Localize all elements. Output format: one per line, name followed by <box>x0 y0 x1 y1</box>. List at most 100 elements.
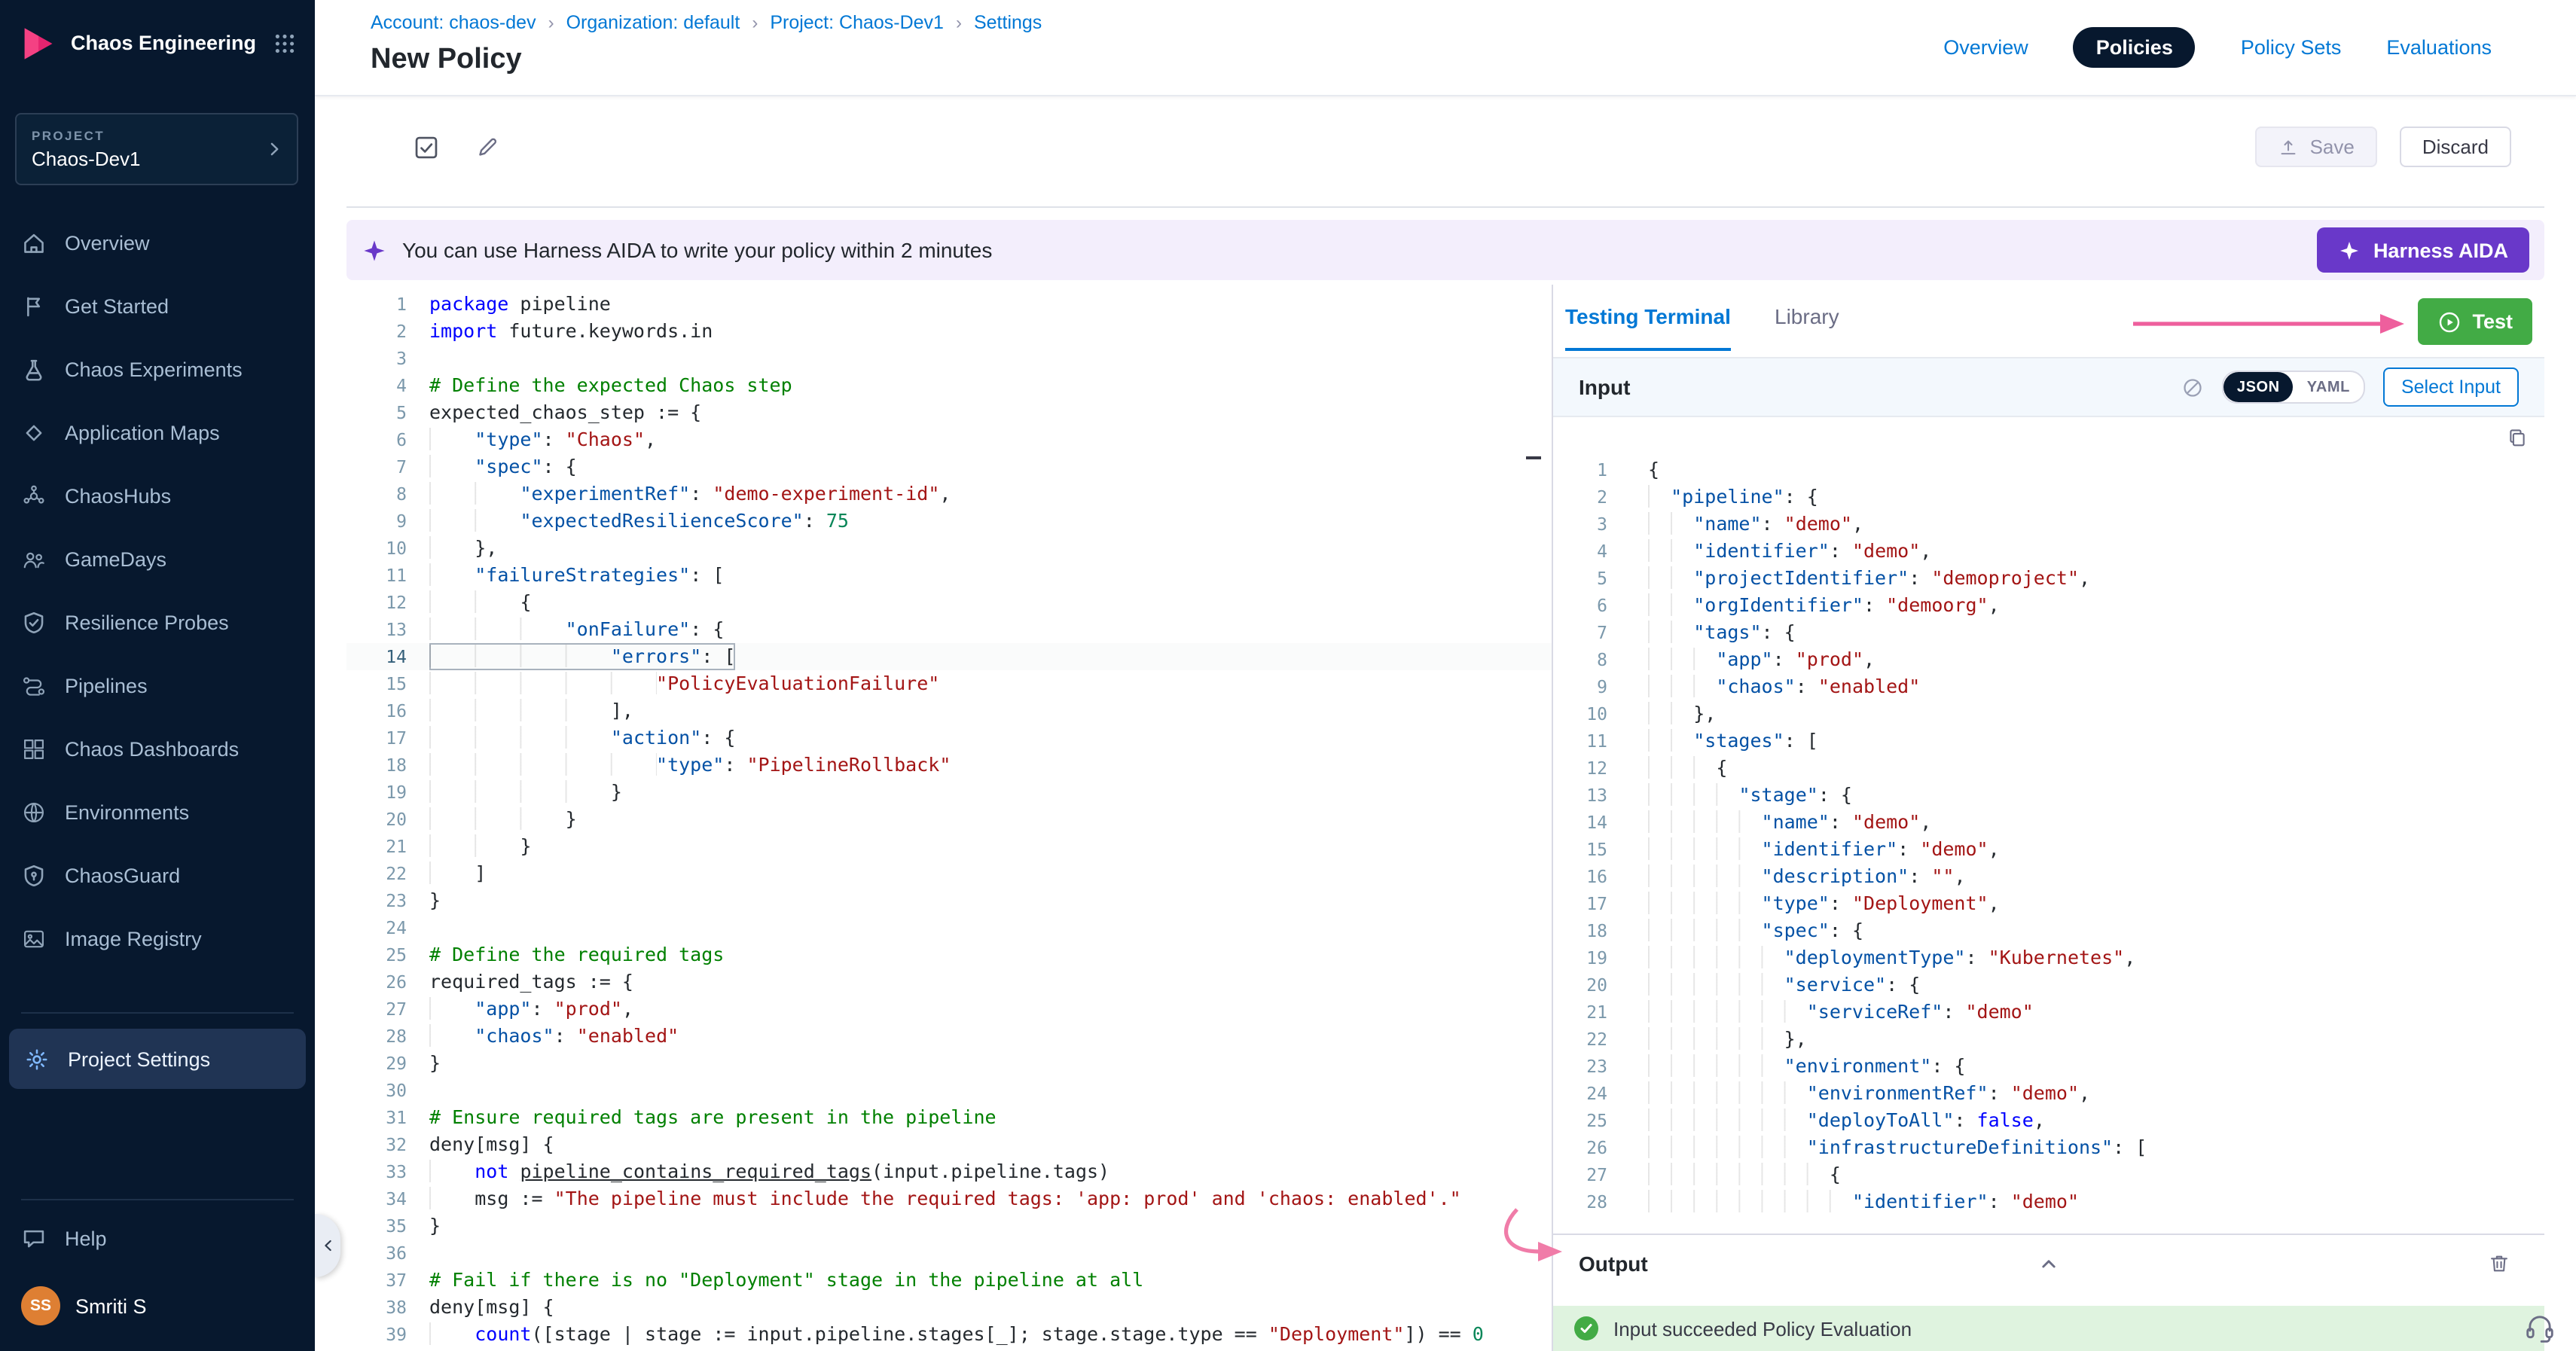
tab-policy-sets[interactable]: Policy Sets <box>2241 36 2342 59</box>
sidebar-item-chaosguard[interactable]: ChaosGuard <box>0 843 315 907</box>
code-line: 24 "environmentRef": "demo", <box>1553 1080 2544 1107</box>
banner-text: You can use Harness AIDA to write your p… <box>402 238 992 262</box>
code-line: 8 "experimentRef": "demo-experiment-id", <box>346 480 1552 508</box>
code-line: 23} <box>346 887 1552 914</box>
line-number: 35 <box>346 1212 407 1240</box>
code-line: 25# Define the required tags <box>346 941 1552 968</box>
format-json[interactable]: JSON <box>2223 372 2294 402</box>
input-section-header: Input JSON YAML Select Input <box>1553 357 2544 417</box>
breadcrumb-separator: › <box>956 12 962 33</box>
tab-policies[interactable]: Policies <box>2074 27 2196 68</box>
sidebar-item-label: Project Settings <box>68 1048 210 1070</box>
trash-icon[interactable] <box>2487 1252 2511 1276</box>
sidebar-item-overview[interactable]: Overview <box>0 211 315 274</box>
sidebar-item-chaoshubs[interactable]: ChaosHubs <box>0 464 315 527</box>
line-number: 4 <box>346 372 407 399</box>
chevron-up-icon[interactable] <box>2037 1252 2061 1276</box>
dashboards-icon <box>21 736 47 761</box>
sidebar-item-chaos-dashboards[interactable]: Chaos Dashboards <box>0 717 315 780</box>
sidebar-item-chaos-experiments[interactable]: Chaos Experiments <box>0 337 315 401</box>
harness-aida-button[interactable]: Harness AIDA <box>2318 227 2529 273</box>
code-line: 7 "spec": { <box>346 453 1552 480</box>
breadcrumb-link-project-chaos-dev1[interactable]: Project: Chaos-Dev1 <box>770 12 944 33</box>
code-line: 30 <box>346 1077 1552 1104</box>
line-number: 17 <box>346 724 407 752</box>
line-number: 7 <box>1553 619 1607 646</box>
tab-overview[interactable]: Overview <box>1943 36 2028 59</box>
tab-testing-terminal[interactable]: Testing Terminal <box>1565 285 1731 351</box>
sidebar-item-label: Help <box>65 1227 107 1249</box>
line-number: 14 <box>346 643 407 670</box>
code-line: 32deny[msg] { <box>346 1131 1552 1158</box>
sidebar-item-pipelines[interactable]: Pipelines <box>0 654 315 717</box>
sidebar-item-get-started[interactable]: Get Started <box>0 274 315 337</box>
breadcrumb: Account: chaos-dev › Organization: default… <box>371 12 1042 33</box>
header-tabs: Overview Policies Policy Sets Evaluations <box>1943 0 2492 95</box>
harness-chaos-logo-icon <box>18 23 57 63</box>
sidebar-divider <box>21 1199 294 1200</box>
code-line: 14 "name": "demo", <box>1553 809 2544 836</box>
line-number: 6 <box>346 426 407 453</box>
line-number: 26 <box>346 968 407 996</box>
breadcrumb-link-settings[interactable]: Settings <box>974 12 1042 33</box>
discard-button[interactable]: Discard <box>2400 127 2511 167</box>
code-line: 6 "orgIdentifier": "demoorg", <box>1553 592 2544 619</box>
policy-code-editor[interactable]: 1package pipeline2import future.keywords… <box>346 285 1552 1351</box>
sidebar-item-label: Chaos Dashboards <box>65 737 239 760</box>
code-line: 4 "identifier": "demo", <box>1553 538 2544 565</box>
code-line: 28 "chaos": "enabled" <box>346 1023 1552 1050</box>
code-line: 25 "deployToAll": false, <box>1553 1107 2544 1134</box>
code-line: 13 "onFailure": { <box>346 616 1552 643</box>
code-line: 18 "spec": { <box>1553 917 2544 944</box>
code-line: 11 "failureStrategies": [ <box>346 562 1552 589</box>
line-number: 15 <box>346 670 407 697</box>
sidebar-item-label: GameDays <box>65 547 166 570</box>
code-line: 26 "infrastructureDefinitions": [ <box>1553 1134 2544 1161</box>
policy-check-icon[interactable] <box>413 134 440 161</box>
code-line: 13 "stage": { <box>1553 782 2544 809</box>
module-grid-icon[interactable] <box>273 31 297 55</box>
select-input-button[interactable]: Select Input <box>2383 367 2519 407</box>
sidebar-item-image-registry[interactable]: Image Registry <box>0 907 315 970</box>
code-line: 12 { <box>346 589 1552 616</box>
sidebar-item-gamedays[interactable]: GameDays <box>0 527 315 590</box>
sidebar-item-label: ChaosHubs <box>65 484 171 507</box>
line-number: 22 <box>1553 1026 1607 1053</box>
line-number: 28 <box>1553 1188 1607 1215</box>
breadcrumb-link-organization-default[interactable]: Organization: default <box>566 12 740 33</box>
line-number: 23 <box>346 887 407 914</box>
line-number: 20 <box>346 806 407 833</box>
sidebar-item-help[interactable]: Help <box>0 1206 315 1270</box>
edit-pencil-icon[interactable] <box>476 136 500 160</box>
input-json-editor[interactable]: 1{2 "pipeline": {3 "name": "demo",4 "ide… <box>1553 417 2544 1234</box>
line-number: 19 <box>1553 944 1607 971</box>
sidebar-item-environments[interactable]: Environments <box>0 780 315 843</box>
sidebar-item-resilience-probes[interactable]: Resilience Probes <box>0 590 315 654</box>
project-name: Chaos-Dev1 <box>32 148 264 170</box>
clear-input-icon[interactable] <box>2181 376 2204 398</box>
tab-evaluations[interactable]: Evaluations <box>2386 36 2492 59</box>
copy-icon[interactable] <box>2505 426 2529 450</box>
sidebar-item-label: Overview <box>65 231 150 254</box>
sidebar-item-application-maps[interactable]: Application Maps <box>0 401 315 464</box>
test-button[interactable]: Test <box>2418 298 2532 345</box>
headset-support-icon[interactable] <box>2523 1310 2556 1343</box>
upload-icon <box>2278 136 2300 157</box>
code-line: 33 not pipeline_contains_required_tags(i… <box>346 1158 1552 1185</box>
format-yaml[interactable]: YAML <box>2294 372 2364 402</box>
code-line: 39 count([stage | stage := input.pipelin… <box>346 1321 1552 1348</box>
line-number: 32 <box>346 1131 407 1158</box>
tab-library[interactable]: Library <box>1775 285 1839 348</box>
evaluation-result-row[interactable]: Input succeeded Policy Evaluation <box>1553 1306 2544 1351</box>
sidebar-item-project-settings[interactable]: Project Settings <box>9 1029 306 1089</box>
sidebar-item-label: Environments <box>65 801 189 823</box>
save-button[interactable]: Save <box>2256 127 2377 167</box>
project-selector[interactable]: PROJECT Chaos-Dev1 <box>15 113 298 185</box>
user-menu[interactable]: SS Smriti S <box>0 1270 315 1342</box>
code-line: 20 } <box>346 806 1552 833</box>
code-line: 35} <box>346 1212 1552 1240</box>
registry-icon <box>21 926 47 951</box>
code-line: 27 "app": "prod", <box>346 996 1552 1023</box>
breadcrumb-link-account-chaos-dev[interactable]: Account: chaos-dev <box>371 12 536 33</box>
code-line: 5expected_chaos_step := { <box>346 399 1552 426</box>
